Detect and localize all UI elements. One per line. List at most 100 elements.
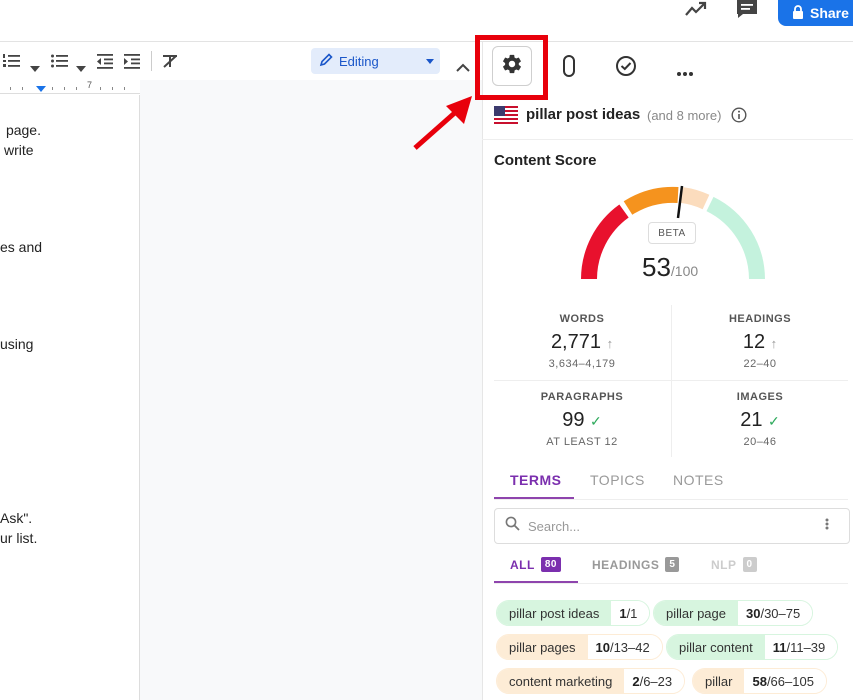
- term-target: /66–105: [766, 673, 814, 689]
- term-count: 58/66–105: [744, 669, 826, 693]
- chevron-down-icon[interactable]: [76, 58, 86, 80]
- panel-divider: [482, 139, 853, 140]
- share-button[interactable]: Share: [778, 0, 853, 26]
- subtab-headings[interactable]: HEADINGS 5: [592, 557, 680, 572]
- link-icon[interactable]: [562, 54, 576, 78]
- clear-formatting-icon[interactable]: [162, 50, 178, 72]
- term-count: 2/6–23: [624, 669, 685, 693]
- toolbar-divider: [151, 51, 152, 71]
- paragraphs-value: 99 ✓: [497, 409, 667, 432]
- info-icon[interactable]: [731, 107, 747, 123]
- pointer-arrow: [410, 88, 476, 154]
- tab-terms[interactable]: TERMS: [510, 472, 562, 488]
- arrow-up-icon: ↑: [770, 336, 778, 351]
- term-current: 30: [746, 605, 761, 621]
- term-chip[interactable]: pillar content 11/11–39: [666, 634, 839, 660]
- words-range: 3,634–4,179: [548, 358, 616, 370]
- term-chip[interactable]: pillar 58/66–105: [692, 668, 827, 694]
- editing-mode-dropdown[interactable]: Editing: [311, 48, 440, 74]
- headings-count: 12: [742, 331, 766, 353]
- subtab-headings-count: 5: [665, 557, 680, 572]
- headings-label: HEADINGS: [728, 313, 792, 325]
- document-page[interactable]: page. write es and using Ask". ur list.: [0, 95, 140, 700]
- document-text-line: write: [4, 142, 34, 158]
- document-text-line: es and: [0, 239, 43, 255]
- search-input[interactable]: [528, 518, 808, 534]
- term-label: pillar content: [667, 635, 765, 659]
- term-target: /11–39: [786, 639, 826, 655]
- term-label: pillar: [693, 669, 745, 693]
- document-text-line: Ask".: [0, 510, 33, 526]
- subtab-all-count: 80: [540, 557, 561, 572]
- term-current: 10: [595, 639, 610, 655]
- images-count: 21: [740, 409, 763, 431]
- stats-divider-vertical: [671, 305, 672, 457]
- content-score-value: 53/100: [642, 252, 698, 283]
- target-keyword: pillar post ideas: [526, 106, 641, 123]
- comment-icon[interactable]: [736, 0, 758, 20]
- words-value: 2,771 ↑: [497, 331, 667, 354]
- words-label: WORDS: [559, 313, 605, 325]
- ruler-tick: [112, 87, 113, 90]
- activity-trend-icon[interactable]: [684, 0, 710, 20]
- term-label: pillar pages: [497, 635, 588, 659]
- subtab-all[interactable]: ALL 80: [510, 557, 561, 572]
- check-icon: ✓: [590, 413, 602, 429]
- term-chip[interactable]: pillar pages 10/13–42: [496, 634, 663, 660]
- term-current: 2: [632, 673, 640, 689]
- paragraphs-label: PARAGRAPHS: [540, 391, 624, 403]
- numbered-list-icon[interactable]: [2, 50, 22, 72]
- subtab-all-label: ALL: [510, 557, 535, 572]
- document-text-line: using: [0, 336, 34, 352]
- subtab-nlp-count: 0: [742, 557, 757, 572]
- search-icon: [505, 516, 520, 536]
- term-chip[interactable]: pillar post ideas 1/1: [496, 600, 651, 626]
- chevron-down-icon[interactable]: [30, 58, 40, 80]
- ruler-tick: [22, 87, 23, 90]
- stats-divider-horizontal: [494, 380, 848, 381]
- vertical-dots-icon[interactable]: [825, 517, 829, 535]
- images-value: 21 ✓: [675, 409, 845, 432]
- subtab-nlp-label: NLP: [711, 557, 737, 572]
- term-count: 30/30–75: [738, 601, 813, 625]
- term-current: 58: [752, 673, 767, 689]
- content-score-title: Content Score: [494, 152, 597, 169]
- paragraphs-count: 99: [562, 409, 585, 431]
- bulleted-list-icon[interactable]: [50, 50, 70, 72]
- term-count: 1/1: [611, 601, 650, 625]
- term-label: content marketing: [497, 669, 625, 693]
- term-target: /13–42: [609, 639, 650, 655]
- more-keywords-note[interactable]: (and 8 more): [647, 108, 721, 123]
- headings-range: 22–40: [743, 358, 777, 370]
- subtab-nlp[interactable]: NLP 0: [711, 557, 757, 572]
- check-circle-icon[interactable]: [615, 55, 637, 77]
- images-label: IMAGES: [736, 391, 784, 403]
- active-tab-indicator: [494, 497, 574, 499]
- document-text-line: page.: [5, 122, 41, 138]
- ruler-tick: [52, 87, 53, 90]
- decrease-indent-icon[interactable]: [96, 50, 114, 72]
- increase-indent-icon[interactable]: [123, 50, 141, 72]
- tab-topics[interactable]: TOPICS: [590, 472, 645, 488]
- term-chip[interactable]: pillar page 30/30–75: [653, 600, 814, 626]
- arrow-up-icon: ↑: [606, 336, 614, 351]
- lock-icon: [792, 4, 804, 22]
- tabs-border: [494, 499, 848, 500]
- score-number: 53: [642, 252, 671, 282]
- more-options-icon[interactable]: [676, 64, 694, 76]
- share-label: Share: [810, 5, 849, 21]
- document-canvas-background: [140, 80, 482, 700]
- term-current: 1: [619, 605, 627, 621]
- term-chip[interactable]: content marketing 2/6–23: [496, 668, 686, 694]
- pencil-icon: [319, 52, 333, 70]
- term-count: 11/11–39: [764, 635, 838, 659]
- term-target: /6–23: [639, 673, 673, 689]
- collapse-toolbar-icon[interactable]: [456, 56, 470, 78]
- top-bar: Share: [0, 0, 853, 42]
- term-label: pillar page: [654, 601, 738, 625]
- terms-search: [494, 508, 850, 544]
- indent-marker-icon[interactable]: [36, 86, 46, 92]
- tab-notes[interactable]: NOTES: [673, 472, 724, 488]
- document-text-line: ur list.: [0, 530, 38, 546]
- ruler-tick: [100, 87, 101, 90]
